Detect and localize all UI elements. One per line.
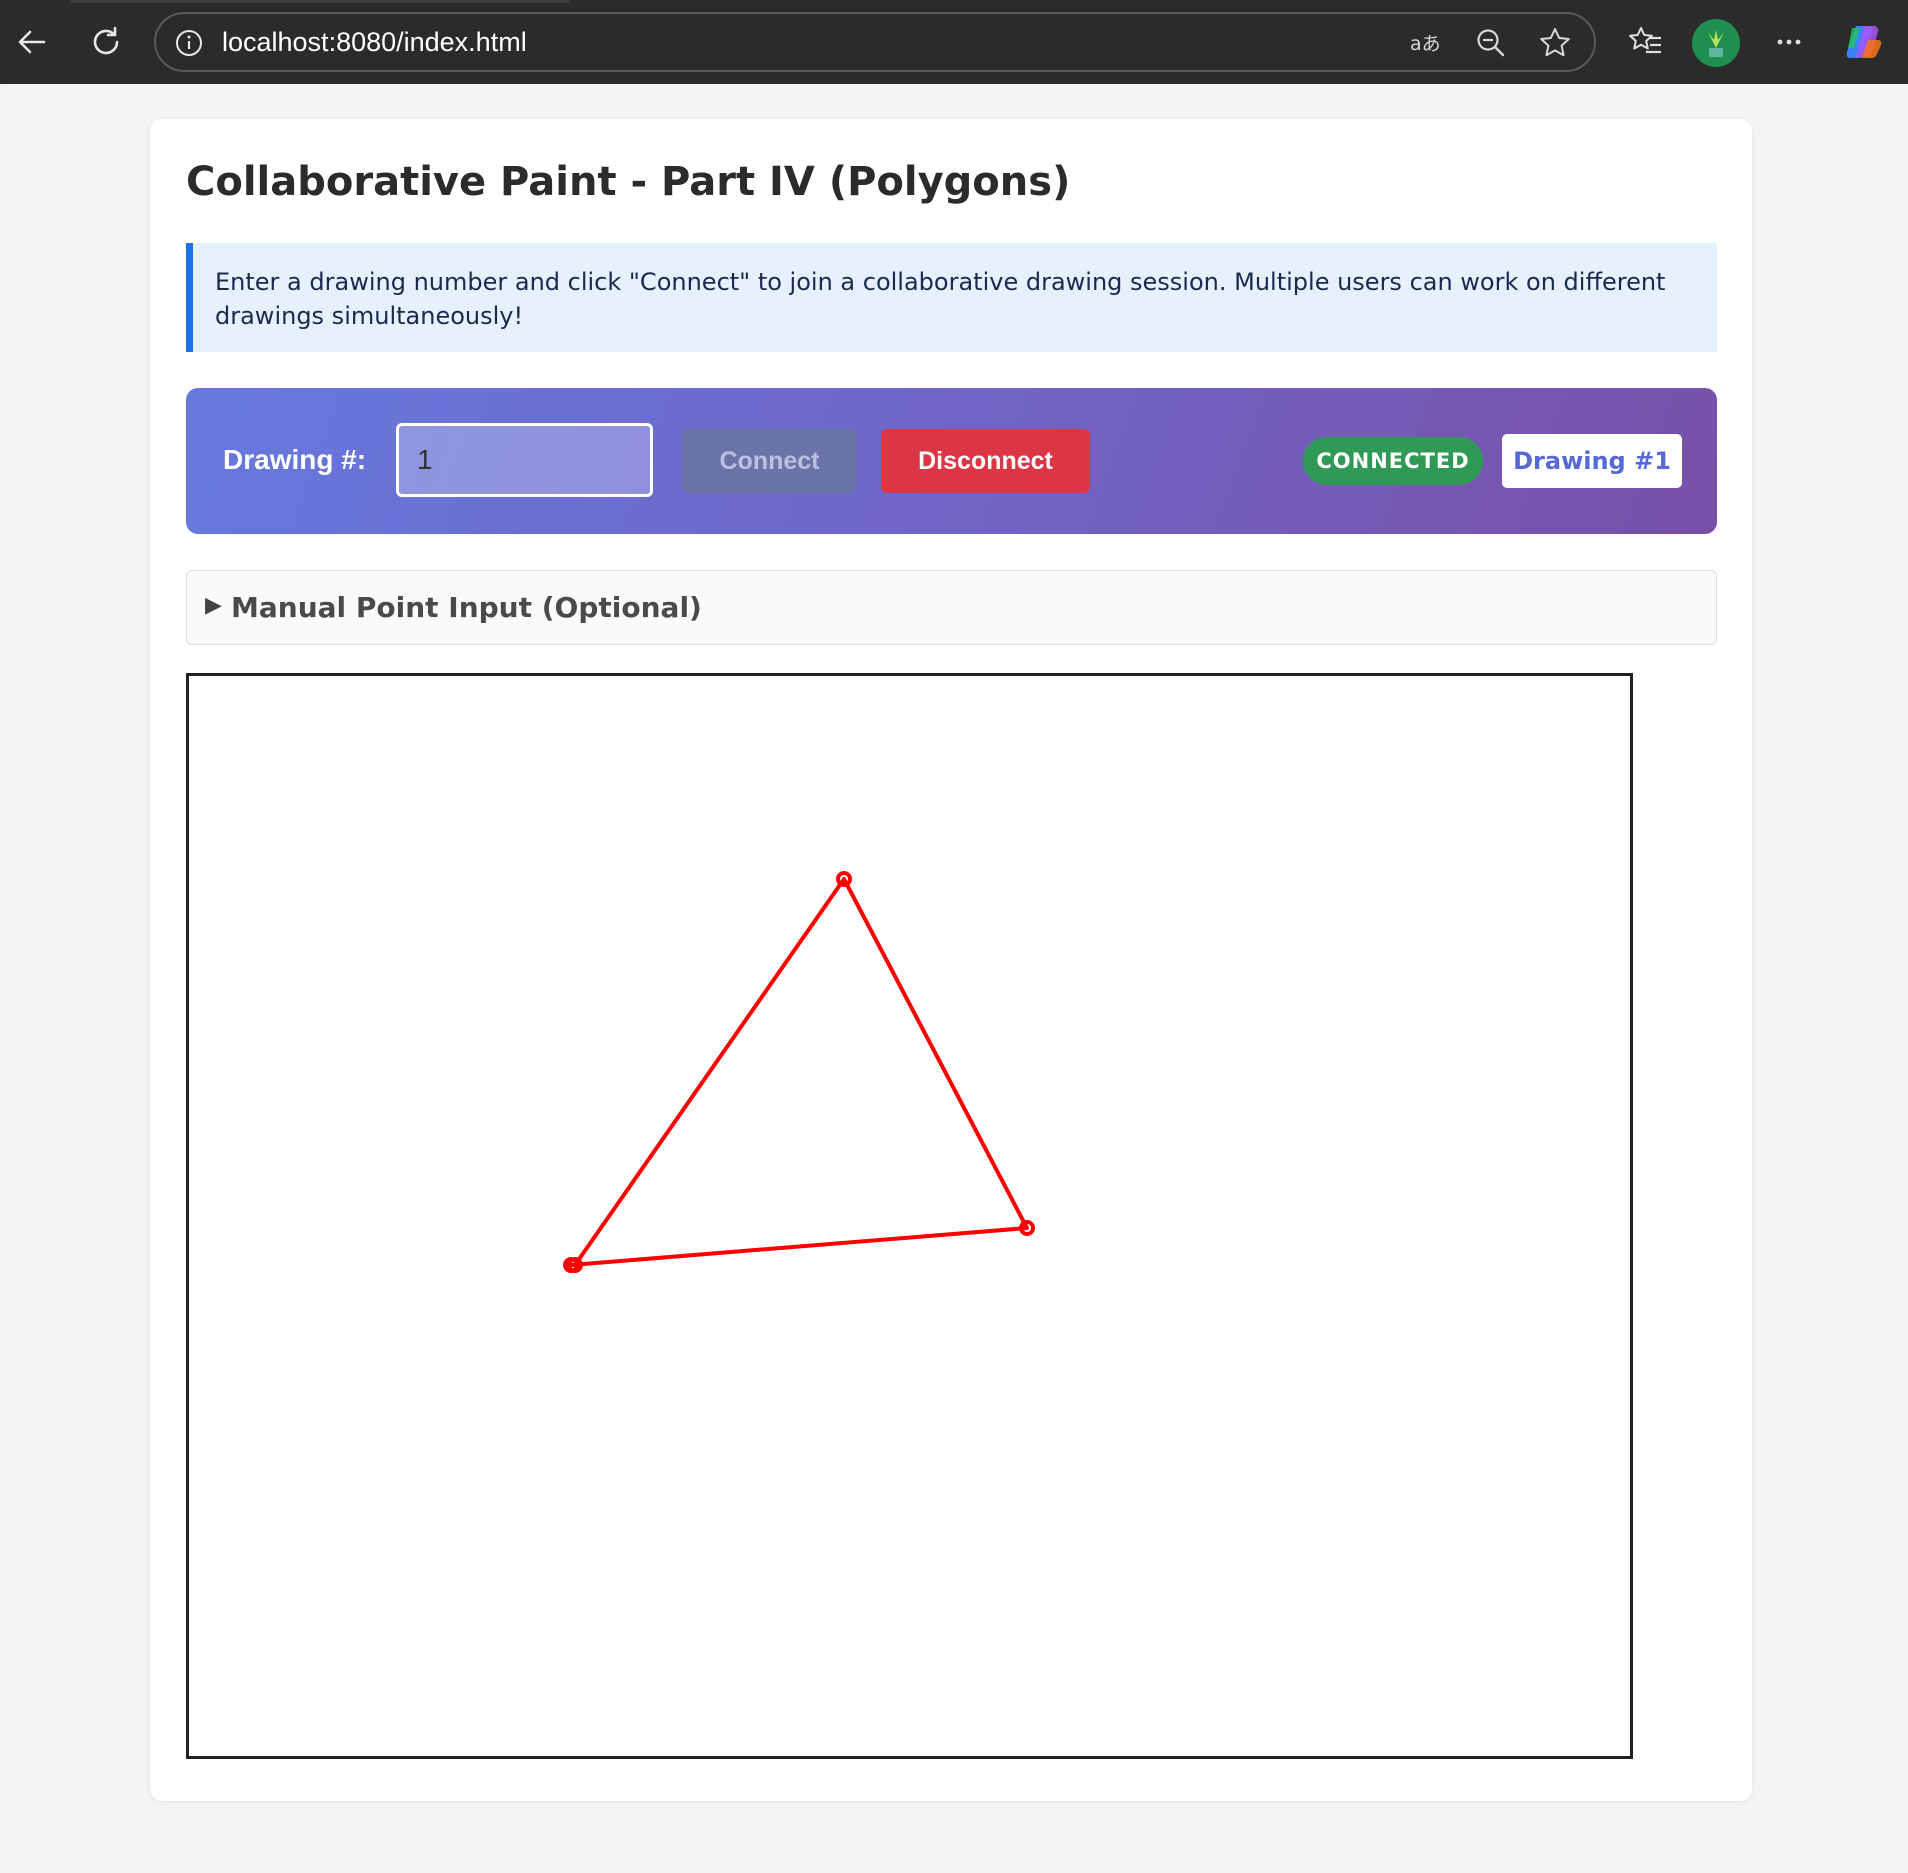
connect-button[interactable]: Connect xyxy=(682,429,857,493)
profile-avatar-icon[interactable] xyxy=(1692,19,1740,67)
app-container: Collaborative Paint - Part IV (Polygons)… xyxy=(150,119,1752,1801)
svg-text:aあ: aあ xyxy=(1410,33,1441,55)
canvas-surface[interactable] xyxy=(189,676,1630,1756)
drawing-number-label: Drawing #: xyxy=(223,444,367,475)
page-viewport: Collaborative Paint - Part IV (Polygons)… xyxy=(0,84,1908,1873)
page-title: Collaborative Paint - Part IV (Polygons) xyxy=(186,159,1071,205)
browser-toolbar: localhost:8080/index.html aあ xyxy=(0,0,1908,84)
info-icon[interactable] xyxy=(170,24,208,62)
star-icon[interactable] xyxy=(1536,24,1574,62)
drawing-number-input[interactable] xyxy=(396,423,653,497)
favorites-icon[interactable] xyxy=(1624,20,1668,64)
tab-strip xyxy=(70,0,570,3)
url-text[interactable]: localhost:8080/index.html xyxy=(222,27,527,58)
manual-point-input-toggle[interactable]: ▶ Manual Point Input (Optional) xyxy=(186,570,1717,645)
polygon-1 xyxy=(569,877,1029,1267)
connection-controls: Drawing #: Connect Disconnect CONNECTED … xyxy=(186,388,1717,534)
copilot-icon[interactable] xyxy=(1842,20,1886,64)
address-bar[interactable]: localhost:8080/index.html aあ xyxy=(154,12,1596,72)
back-arrow-icon xyxy=(18,30,46,54)
back-button[interactable] xyxy=(8,18,56,66)
zoom-out-icon[interactable] xyxy=(1472,24,1510,62)
status-badge: CONNECTED xyxy=(1303,437,1483,485)
refresh-icon xyxy=(93,26,119,55)
refresh-button[interactable] xyxy=(82,18,130,66)
more-icon[interactable] xyxy=(1767,20,1811,64)
info-message: Enter a drawing number and click "Connec… xyxy=(186,243,1717,352)
current-drawing-badge: Drawing #1 xyxy=(1502,434,1682,488)
drawing-canvas[interactable] xyxy=(186,673,1633,1759)
caret-right-icon: ▶ xyxy=(205,593,222,618)
translate-icon[interactable]: aあ xyxy=(1408,24,1446,62)
disconnect-button[interactable]: Disconnect xyxy=(881,429,1090,493)
manual-point-input-label: Manual Point Input (Optional) xyxy=(231,591,702,624)
